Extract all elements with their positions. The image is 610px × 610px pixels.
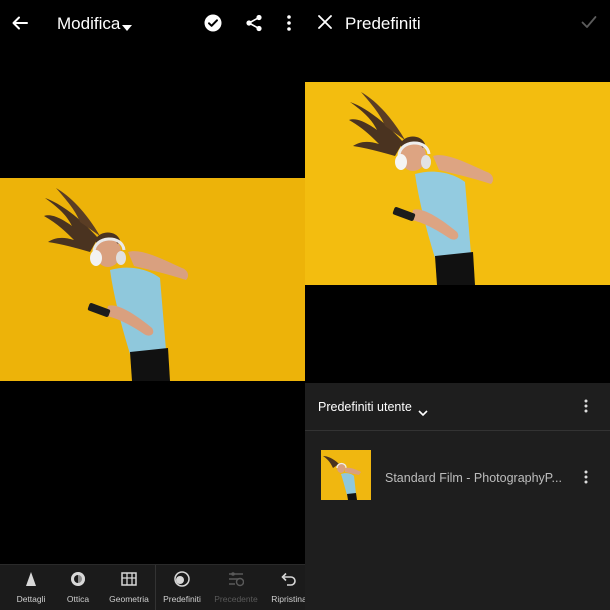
- photo-image: [305, 82, 610, 285]
- edit-toolbar: Dettagli Ottica Geometria Predefiniti Pr…: [0, 564, 305, 610]
- preset-name: Standard Film - PhotographyP...: [385, 471, 562, 485]
- presets-header: Predefiniti: [305, 0, 610, 48]
- presets-group-header: Predefiniti utente: [305, 383, 610, 431]
- presets-title: Predefiniti: [345, 14, 421, 33]
- detail-triangle-icon: [26, 572, 36, 586]
- check-circle-icon[interactable]: [204, 14, 222, 37]
- presets-icon: [174, 571, 190, 587]
- edit-screen: Modifica Dettagli Ottica Geometria Prede…: [0, 0, 305, 610]
- edit-title[interactable]: Modifica: [57, 14, 120, 34]
- edit-header: Modifica: [0, 0, 305, 48]
- tool-geometria[interactable]: Geometria: [105, 565, 153, 610]
- photo-image: [0, 178, 305, 381]
- photo-preview[interactable]: [0, 178, 305, 381]
- back-arrow-icon[interactable]: [10, 13, 30, 38]
- tool-label: Precedente: [214, 594, 258, 604]
- group-more-icon[interactable]: [582, 399, 590, 418]
- chevron-down-icon[interactable]: [418, 404, 428, 422]
- geometry-grid-icon: [121, 572, 137, 586]
- tool-label: Geometria: [109, 594, 149, 604]
- tool-precedente: Precedente: [212, 565, 260, 610]
- undo-icon: [281, 572, 296, 586]
- presets-screen: Predefiniti Predefiniti utente Standard …: [305, 0, 610, 610]
- close-icon[interactable]: [318, 15, 332, 34]
- presets-group-selector[interactable]: Predefiniti utente: [318, 400, 412, 414]
- tool-predefiniti[interactable]: Predefiniti: [158, 565, 206, 610]
- tool-ripristina[interactable]: Ripristina: [265, 565, 305, 610]
- tool-label: Predefiniti: [163, 594, 201, 604]
- caret-down-icon[interactable]: [122, 19, 132, 37]
- preset-item[interactable]: Standard Film - PhotographyP...: [305, 431, 610, 511]
- photo-preview[interactable]: [305, 82, 610, 285]
- tool-label: Ripristina: [271, 594, 305, 604]
- previous-sliders-icon: [229, 572, 244, 587]
- tool-ottica[interactable]: Ottica: [54, 565, 102, 610]
- presets-panel: Predefiniti utente Standard Film - Photo…: [305, 383, 610, 610]
- more-vertical-icon[interactable]: [284, 14, 294, 37]
- lens-icon: [71, 572, 85, 586]
- preset-thumbnail: [321, 450, 371, 500]
- share-icon[interactable]: [245, 14, 263, 37]
- preset-more-icon[interactable]: [582, 470, 590, 489]
- confirm-check-icon[interactable]: [581, 15, 597, 34]
